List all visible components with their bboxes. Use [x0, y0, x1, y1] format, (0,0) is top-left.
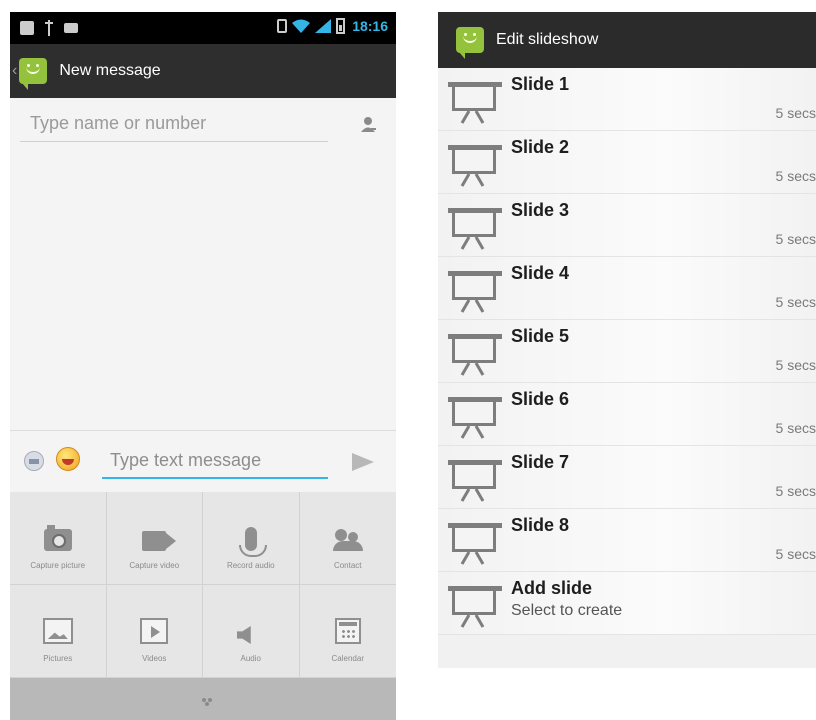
slide-item[interactable]: Slide 1 5 secs — [438, 68, 816, 131]
new-message-screen: 18:16 ‹ New message Capture picture Capt… — [10, 12, 396, 720]
slide-title: Slide 6 — [511, 389, 570, 409]
slide-item[interactable]: Slide 3 5 secs — [438, 194, 816, 257]
attach-capture-video[interactable]: Capture video — [106, 492, 203, 585]
add-slide-title: Add slide — [511, 578, 593, 598]
slide-duration: 5 secs — [775, 294, 816, 310]
speaker-icon — [236, 626, 251, 644]
slide-title: Slide 3 — [511, 200, 570, 220]
signal-icon — [315, 19, 332, 33]
attach-record-audio[interactable]: Record audio — [203, 492, 300, 585]
wifi-icon — [292, 19, 311, 33]
pictures-icon — [42, 618, 73, 644]
slide-item[interactable]: Slide 4 5 secs — [438, 257, 816, 320]
attach-calendar[interactable]: Calendar — [299, 585, 396, 678]
video-camera-icon — [142, 531, 167, 551]
page-title: Edit slideshow — [496, 31, 599, 48]
slide-easel-icon — [448, 334, 502, 376]
status-time: 18:16 — [352, 18, 388, 34]
slide-duration: 5 secs — [775, 483, 816, 499]
usb-icon — [44, 20, 54, 36]
back-chevron-icon[interactable]: ‹ — [12, 62, 17, 80]
action-bar: Edit slideshow — [438, 12, 816, 68]
slide-easel-icon — [448, 82, 502, 124]
slide-duration: 5 secs — [775, 168, 816, 184]
slide-duration: 5 secs — [775, 420, 816, 436]
slide-title: Slide 7 — [511, 452, 570, 472]
attach-audio[interactable]: Audio — [203, 585, 300, 678]
slide-easel-icon — [448, 523, 502, 565]
slide-item[interactable]: Slide 8 5 secs — [438, 509, 816, 572]
slide-title: Slide 1 — [511, 74, 570, 94]
send-icon[interactable] — [352, 453, 374, 471]
recipient-row — [10, 98, 396, 150]
compose-bar — [10, 430, 396, 490]
slide-easel-icon — [448, 145, 502, 187]
slide-item[interactable]: Slide 7 5 secs — [438, 446, 816, 509]
drag-handle-icon — [202, 698, 206, 702]
microphone-icon — [238, 527, 267, 557]
slide-item[interactable]: Slide 5 5 secs — [438, 320, 816, 383]
slide-duration: 5 secs — [775, 105, 816, 121]
recipient-input[interactable] — [20, 106, 328, 142]
slide-list: Slide 1 5 secs Slide 2 5 secs Slide 3 5 … — [438, 68, 816, 635]
page-title: New message — [59, 62, 161, 79]
battery-icon — [336, 18, 346, 34]
slide-title: Slide 5 — [511, 326, 570, 346]
attach-contact[interactable]: Contact — [299, 492, 396, 585]
attach-capture-picture[interactable]: Capture picture — [10, 492, 107, 585]
add-slide-item[interactable]: Add slide Select to create — [438, 572, 816, 635]
slide-easel-icon — [448, 586, 502, 628]
add-slide-subtitle: Select to create — [511, 602, 623, 619]
attach-videos[interactable]: Videos — [106, 585, 203, 678]
action-bar: ‹ New message — [10, 44, 396, 98]
slide-easel-icon — [448, 208, 502, 250]
keyboard-icon[interactable] — [24, 451, 44, 471]
videos-icon — [140, 618, 169, 644]
sim-icon — [277, 19, 288, 33]
camera-icon — [43, 525, 72, 551]
messaging-app-icon[interactable] — [456, 27, 484, 59]
edit-slideshow-screen: Edit slideshow Slide 1 5 secs Slide 2 5 … — [438, 12, 816, 668]
status-bar: 18:16 — [10, 12, 396, 44]
slide-title: Slide 2 — [511, 137, 570, 157]
contacts-icon — [332, 529, 363, 551]
messaging-app-icon[interactable] — [19, 58, 48, 90]
slide-easel-icon — [448, 460, 502, 502]
attachment-panel-handle[interactable] — [10, 678, 396, 720]
message-input[interactable] — [102, 443, 328, 479]
slide-easel-icon — [448, 397, 502, 439]
slide-duration: 5 secs — [775, 546, 816, 562]
mail-icon — [64, 23, 78, 33]
slide-duration: 5 secs — [775, 231, 816, 247]
smiley-icon[interactable] — [56, 447, 80, 471]
slide-title: Slide 4 — [511, 263, 570, 283]
notification-icon — [20, 21, 34, 35]
attach-pictures[interactable]: Pictures — [10, 585, 107, 678]
slide-duration: 5 secs — [775, 357, 816, 373]
slide-item[interactable]: Slide 6 5 secs — [438, 383, 816, 446]
attachment-grid: Capture picture Capture video Record aud… — [10, 492, 396, 678]
calendar-icon — [334, 618, 361, 644]
slide-item[interactable]: Slide 2 5 secs — [438, 131, 816, 194]
slide-easel-icon — [448, 271, 502, 313]
add-contact-icon[interactable] — [360, 116, 376, 134]
slide-title: Slide 8 — [511, 515, 570, 535]
